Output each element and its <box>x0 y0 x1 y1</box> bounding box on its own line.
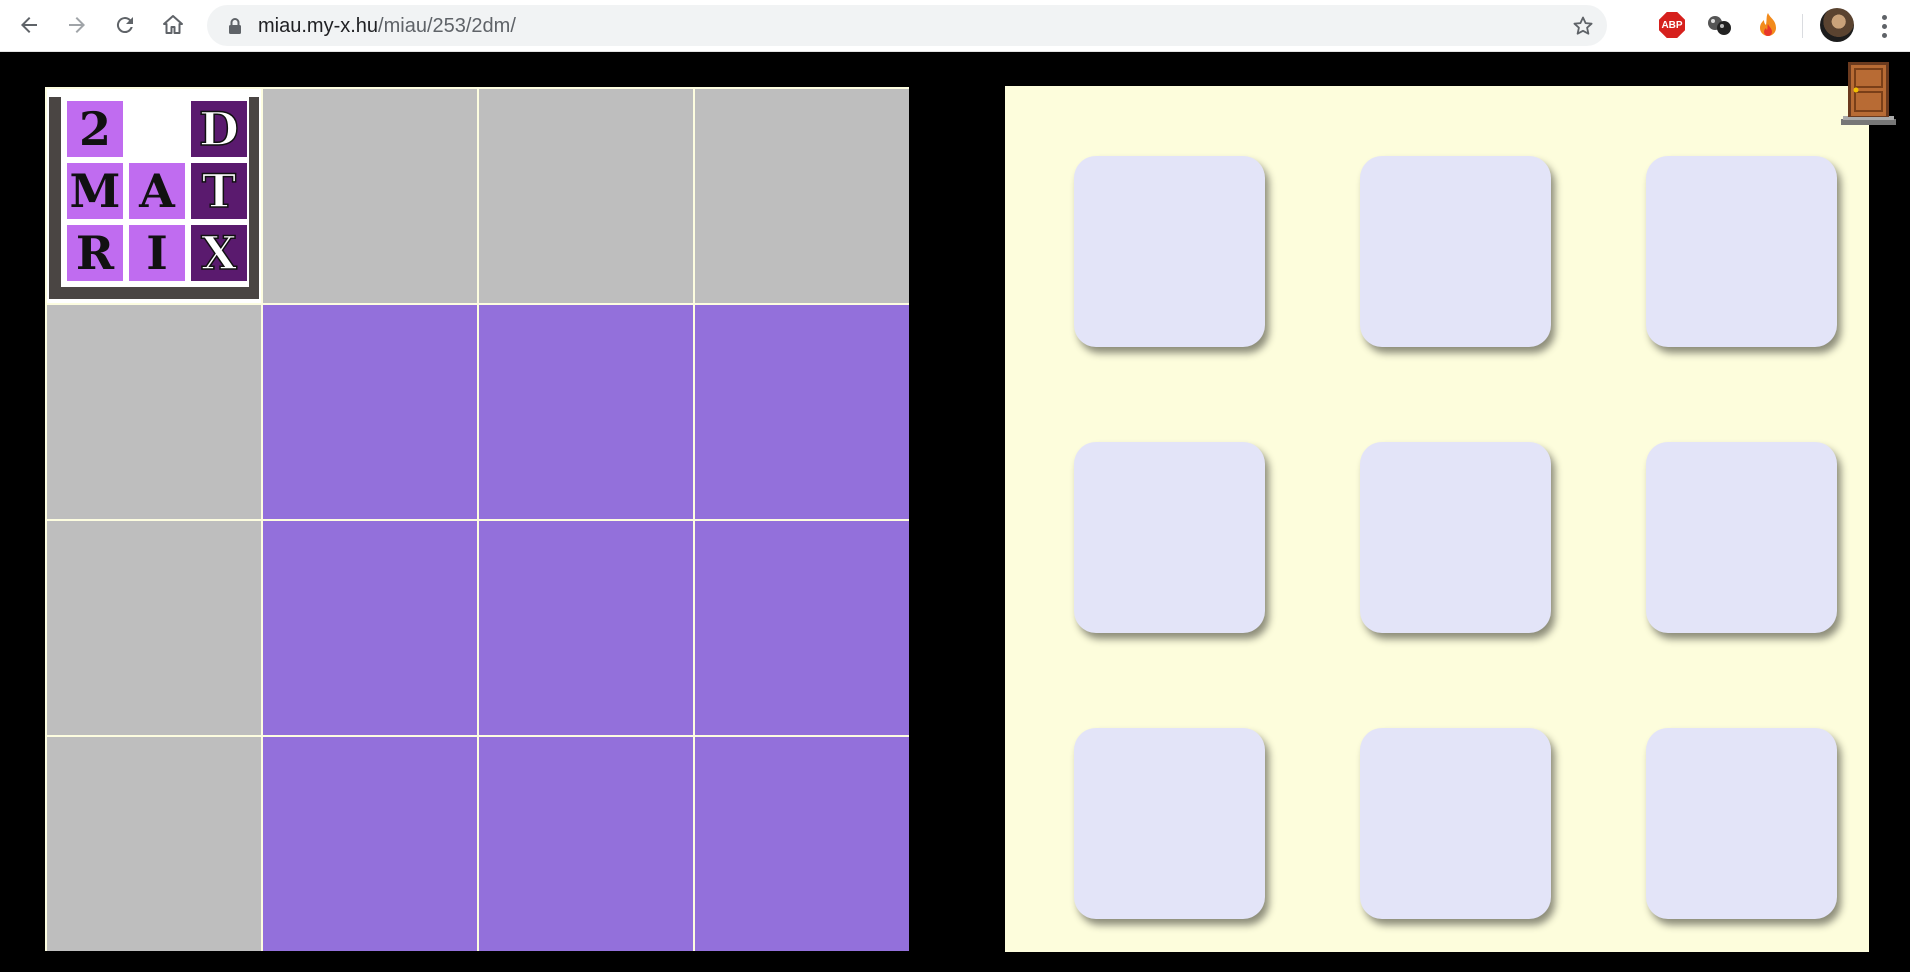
home-button[interactable] <box>155 7 191 43</box>
matrix-cell-0-2[interactable] <box>479 89 693 303</box>
exit-door-icon[interactable] <box>1841 61 1896 125</box>
matrix-cell-3-1[interactable] <box>263 737 477 951</box>
matrix-cell-1-0[interactable] <box>47 305 261 519</box>
forward-button[interactable] <box>59 7 95 43</box>
logo-letter: T <box>191 163 247 219</box>
logo-letter: M <box>67 163 123 219</box>
board-tile-3[interactable] <box>1646 156 1837 347</box>
extension-balls-button[interactable] <box>1705 10 1735 40</box>
matrix-cell-0-1[interactable] <box>263 89 477 303</box>
matrix-cell-2-1[interactable] <box>263 521 477 735</box>
lock-icon <box>229 18 241 34</box>
logo-letter: D <box>191 101 247 157</box>
url-host: miau.my-x.hu <box>258 15 379 37</box>
page-content: 2 D MAT RIX <box>0 53 1910 972</box>
logo-letter-grid: 2 D MAT RIX <box>67 101 247 281</box>
board-tile-8[interactable] <box>1360 728 1551 919</box>
adblock-plus-button[interactable]: ABP <box>1657 10 1687 40</box>
matrix-grid: 2 D MAT RIX <box>45 87 909 951</box>
2d-matrix-logo: 2 D MAT RIX <box>49 97 259 299</box>
matrix-cell-2-0[interactable] <box>47 521 261 735</box>
logo-letter: X <box>191 225 247 281</box>
home-icon <box>163 15 183 34</box>
url-path: /miau/253/2dm/ <box>378 15 516 37</box>
board-tile-7[interactable] <box>1074 728 1265 919</box>
logo-letter: I <box>129 225 185 281</box>
matrix-cell-1-2[interactable] <box>479 305 693 519</box>
matrix-cell-1-1[interactable] <box>263 305 477 519</box>
adblock-plus-icon: ABP <box>1659 12 1685 38</box>
url-text: miau.my-x.hu/miau/253/2dm/ <box>258 15 516 38</box>
profile-avatar[interactable] <box>1820 8 1854 42</box>
arrow-right-icon <box>69 17 85 33</box>
reload-icon <box>116 17 133 34</box>
board-tile-9[interactable] <box>1646 728 1837 919</box>
matrix-cell-3-2[interactable] <box>479 737 693 951</box>
board-tile-5[interactable] <box>1360 442 1551 633</box>
matrix-cell-1-3[interactable] <box>695 305 909 519</box>
board-tile-4[interactable] <box>1074 442 1265 633</box>
board-tile-2[interactable] <box>1360 156 1551 347</box>
logo-letter <box>129 101 185 157</box>
address-bar[interactable]: miau.my-x.hu/miau/253/2dm/ <box>207 5 1607 46</box>
matrix-cell-3-3[interactable] <box>695 737 909 951</box>
browser-toolbar: miau.my-x.hu/miau/253/2dm/ ABP <box>0 0 1910 52</box>
reload-button[interactable] <box>107 7 143 43</box>
toolbar-separator <box>1802 14 1803 38</box>
logo-letter: R <box>67 225 123 281</box>
board-tile-1[interactable] <box>1074 156 1265 347</box>
extension-balls-icon <box>1708 16 1731 35</box>
back-button[interactable] <box>11 7 47 43</box>
matrix-cell-2-2[interactable] <box>479 521 693 735</box>
extension-flame-icon <box>1760 13 1776 36</box>
matrix-cell-0-3[interactable] <box>695 89 909 303</box>
matrix-cell-0-0: 2 D MAT RIX <box>47 89 261 303</box>
arrow-left-icon <box>21 17 37 33</box>
matrix-cell-2-3[interactable] <box>695 521 909 735</box>
tile-board <box>1005 86 1869 952</box>
logo-letter: 2 <box>67 101 123 157</box>
matrix-cell-3-0[interactable] <box>47 737 261 951</box>
logo-letter: A <box>129 163 185 219</box>
extension-flame-button[interactable] <box>1753 10 1783 40</box>
board-tile-6[interactable] <box>1646 442 1837 633</box>
browser-menu-button[interactable] <box>1870 11 1898 41</box>
bookmark-star-icon[interactable] <box>1571 14 1595 38</box>
